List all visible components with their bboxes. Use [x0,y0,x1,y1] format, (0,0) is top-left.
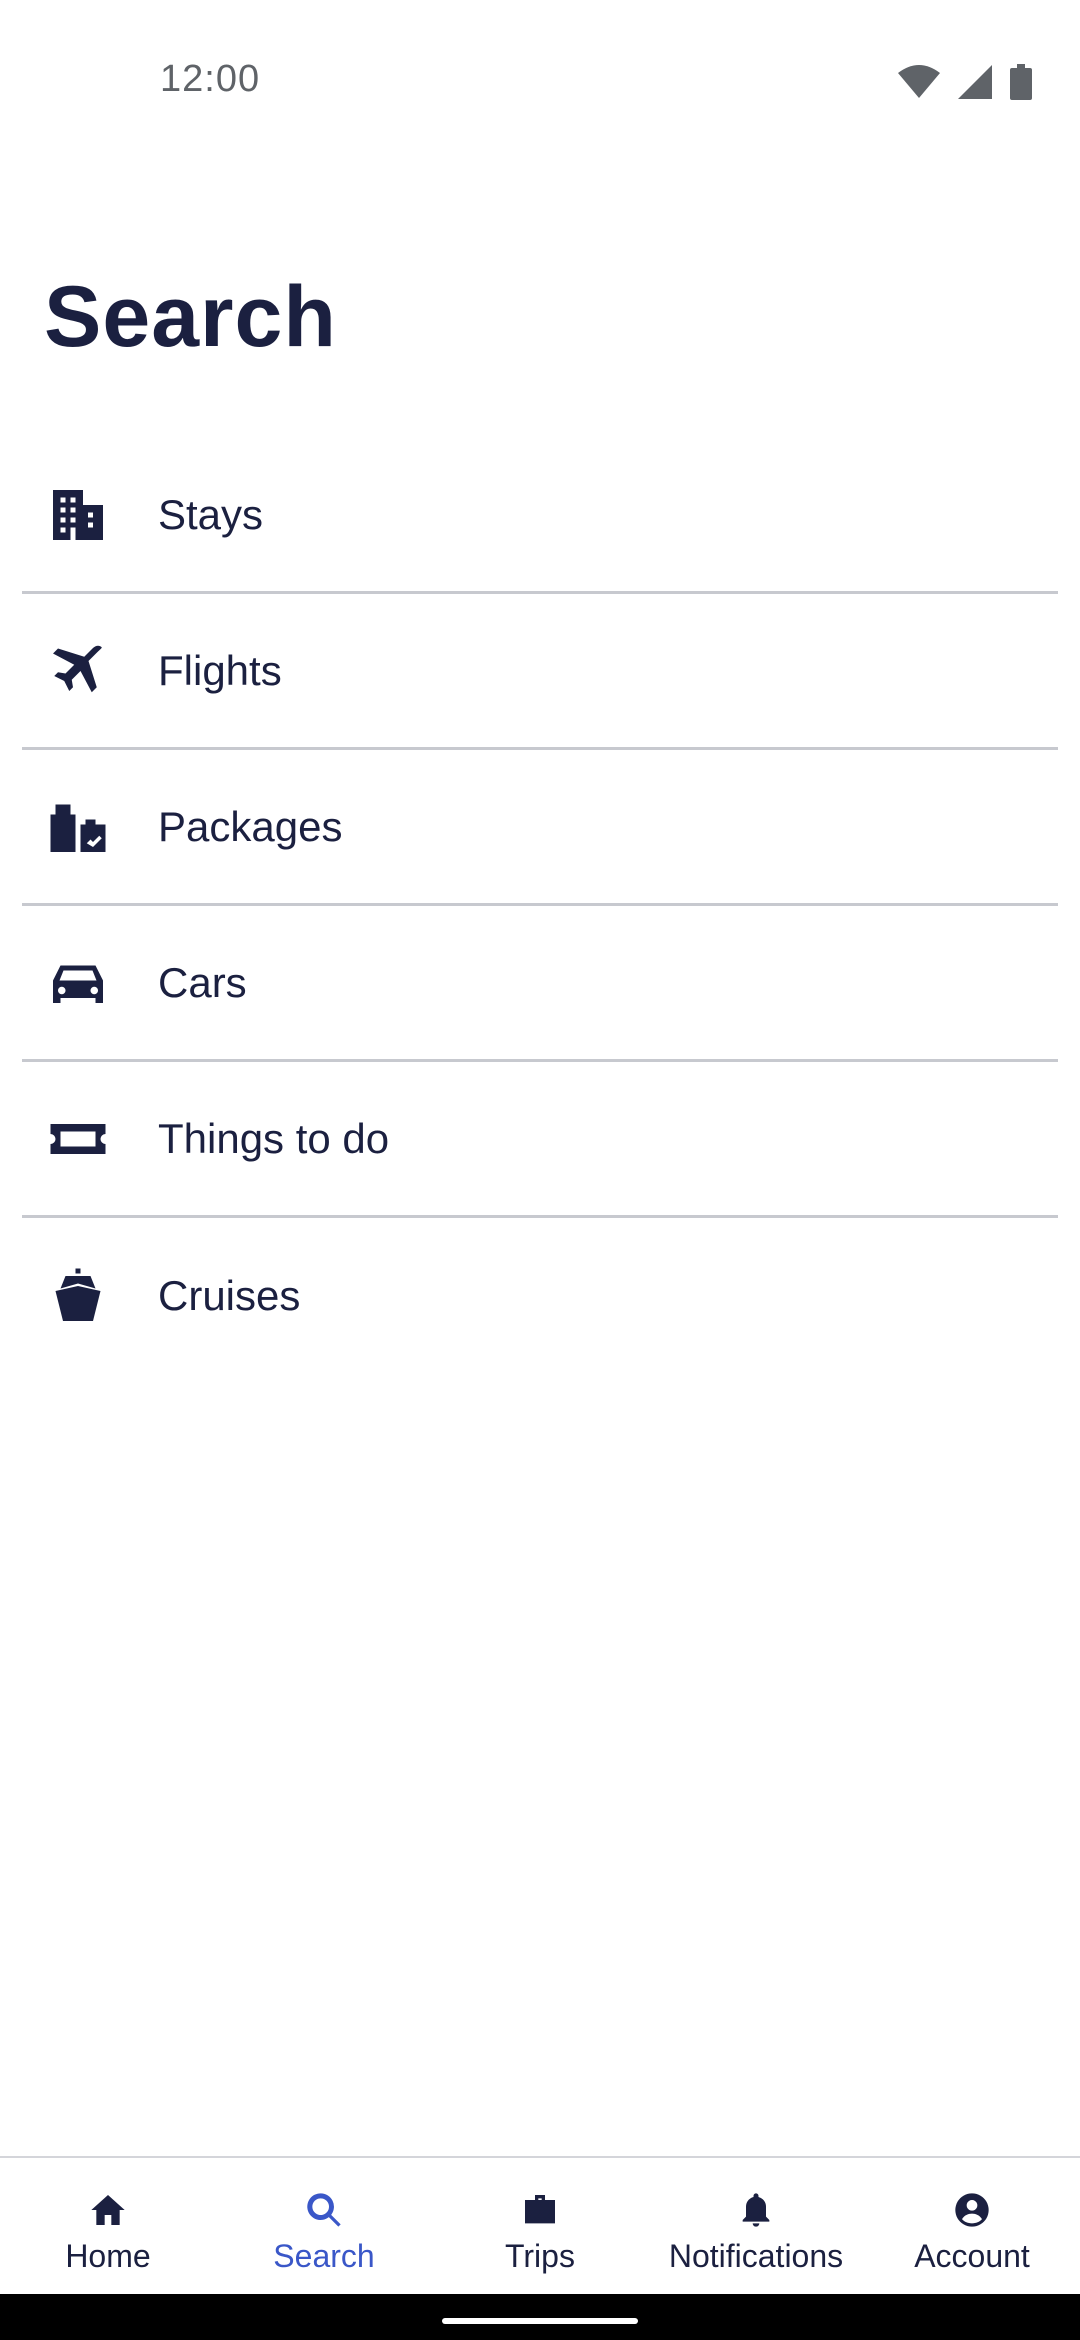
nav-label: Notifications [668,2238,844,2274]
status-time: 12:00 [160,58,261,100]
system-gesture-bar [0,2294,1080,2340]
nav-item-search[interactable]: Search [216,2158,432,2296]
search-option-label: Packages [158,802,343,850]
status-icons [898,64,1032,105]
nav-item-trips[interactable]: Trips [432,2158,648,2296]
search-option-stays[interactable]: Stays [22,438,1058,594]
gesture-handle[interactable] [442,2318,638,2324]
bottom-navigation: Home Search Trips Notifications Account [0,2156,1080,2296]
nav-label: Trips [505,2238,575,2274]
cellular-signal-icon [958,65,992,104]
nav-item-account[interactable]: Account [864,2158,1080,2296]
package-icon [48,797,108,857]
nav-label: Search [273,2238,375,2274]
ticket-icon [48,1109,108,1169]
airplane-icon [48,641,108,701]
search-option-label: Cruises [158,1272,301,1319]
account-icon [952,2190,992,2230]
wifi-icon [898,65,940,104]
nav-item-home[interactable]: Home [0,2158,216,2296]
search-option-cars[interactable]: Cars [22,906,1058,1062]
search-option-cruises[interactable]: Cruises [22,1218,1058,1374]
home-icon [88,2190,128,2230]
battery-icon [1010,64,1032,105]
nav-label: Account [914,2238,1030,2274]
search-option-label: Flights [158,646,282,694]
search-option-things-to-do[interactable]: Things to do [22,1062,1058,1218]
building-icon [48,485,108,545]
search-option-label: Stays [158,490,264,538]
briefcase-icon [520,2190,560,2230]
search-icon [304,2190,344,2230]
car-icon [48,953,108,1013]
search-option-flights[interactable]: Flights [22,594,1058,750]
page-title: Search [44,269,337,365]
status-bar: 12:00 [0,0,1080,170]
ship-icon [48,1266,108,1326]
search-option-packages[interactable]: Packages [22,750,1058,906]
nav-label: Home [65,2238,151,2274]
bell-icon [736,2190,776,2230]
search-option-label: Cars [158,958,247,1006]
search-option-label: Things to do [158,1114,390,1162]
nav-item-notifications[interactable]: Notifications [648,2158,864,2296]
search-options-list: Stays Flights Packages Cars Things to do… [22,438,1058,1374]
